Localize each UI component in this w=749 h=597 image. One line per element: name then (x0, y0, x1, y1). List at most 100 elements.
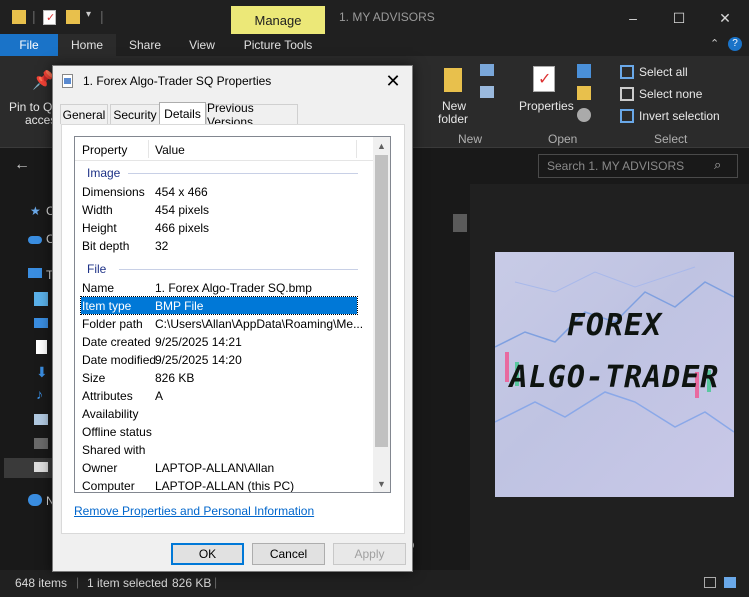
scroll-down-icon[interactable]: ▼ (373, 475, 390, 492)
scroll-thumb[interactable] (375, 155, 388, 447)
section-file: File (87, 262, 107, 276)
property-row[interactable]: Shared with (81, 441, 357, 458)
3d-objects-icon[interactable] (34, 292, 48, 306)
property-row[interactable]: Bit depth 32 (81, 237, 357, 254)
property-row[interactable]: Date created 9/25/2025 14:21 (81, 333, 357, 350)
group-select-label: Select (654, 132, 688, 146)
this-pc-icon[interactable] (28, 268, 42, 278)
new-folder-label[interactable]: New (442, 99, 466, 113)
property-row[interactable]: Availability (81, 405, 357, 422)
tab-home[interactable]: Home (58, 34, 116, 56)
properties-icon[interactable]: ✓ (533, 66, 555, 92)
ribbon-tabs: File Home Share View Picture Tools ⌃ ? (0, 34, 749, 56)
tab-file[interactable]: File (0, 34, 58, 56)
property-row[interactable]: Height 466 pixels (81, 219, 357, 236)
large-icons-view-icon[interactable] (724, 577, 736, 588)
selected-count: 1 item selected (87, 576, 168, 590)
property-row[interactable]: Date modified 9/25/2025 14:20 (81, 351, 357, 368)
property-row[interactable]: Size 826 KB (81, 369, 357, 386)
column-header: Property Value (75, 137, 373, 161)
property-row[interactable]: Folder path C:\Users\Allan\AppData\Roamin… (81, 315, 363, 332)
vertical-scrollbar[interactable]: ▲ ▼ (373, 137, 390, 492)
manage-context-tab[interactable]: Manage (231, 6, 325, 34)
new-folder-icon[interactable] (444, 68, 462, 92)
file-list[interactable] (413, 184, 470, 570)
property-row[interactable]: Attributes A (81, 387, 357, 404)
scroll-up-icon[interactable]: ▲ (373, 137, 390, 154)
downloads-icon[interactable]: ⬇ (36, 364, 48, 381)
search-icon[interactable]: ⌕ (714, 157, 721, 173)
history-icon[interactable] (577, 108, 591, 122)
close-button[interactable]: ✕ (702, 6, 748, 30)
group-new-label: New (458, 132, 483, 146)
preview-title-line2: ALGO-TRADER (509, 360, 720, 395)
cancel-button[interactable]: Cancel (252, 543, 325, 565)
select-none-button[interactable]: Select none (639, 87, 702, 101)
edit-icon[interactable] (577, 86, 591, 100)
local-disk-icon[interactable] (34, 462, 48, 472)
dialog-close-button[interactable]: ✕ (380, 68, 406, 94)
column-divider[interactable] (356, 140, 357, 158)
new-item-icon[interactable] (480, 64, 494, 76)
invert-selection-button[interactable]: Invert selection (639, 109, 720, 123)
open-icon[interactable] (577, 64, 591, 78)
remove-properties-link[interactable]: Remove Properties and Personal Informati… (74, 504, 314, 518)
navigation-pane: ★ C C T ⬇ ♪ N (0, 184, 55, 570)
documents-icon[interactable] (36, 340, 47, 354)
section-image: Image (87, 166, 121, 180)
separator: | (100, 8, 104, 24)
window-title: 1. MY ADVISORS (339, 10, 435, 24)
help-icon[interactable]: ? (728, 37, 742, 51)
item-count: 648 items (15, 576, 68, 590)
properties-icon[interactable]: ✓ (43, 10, 56, 25)
videos-icon[interactable] (34, 438, 48, 449)
quick-access-icon[interactable]: ★ (30, 204, 41, 218)
easy-access-icon[interactable] (480, 86, 494, 98)
folder-icon[interactable] (12, 10, 26, 24)
customize-qat-icon[interactable]: ▾ (86, 9, 91, 20)
column-divider[interactable] (148, 140, 149, 158)
details-list[interactable]: Property Value Image Dimensions 454 x 466… (74, 136, 391, 493)
ok-button[interactable]: OK (171, 543, 244, 565)
back-arrow-icon[interactable]: ← (14, 156, 30, 174)
maximize-button[interactable]: ☐ (656, 6, 702, 30)
properties-button[interactable]: Properties (519, 99, 574, 113)
property-row[interactable]: Owner LAPTOP-ALLAN\Allan (81, 459, 357, 476)
network-icon[interactable] (28, 494, 42, 506)
property-row[interactable]: Computer LAPTOP-ALLAN (this PC) (81, 477, 357, 492)
column-property[interactable]: Property (82, 143, 127, 157)
property-row-selected[interactable]: Item type BMP File (80, 296, 358, 315)
invert-selection-icon (620, 109, 634, 123)
pictures-icon[interactable] (34, 414, 48, 425)
selected-size: 826 KB (172, 576, 212, 590)
dialog-title: 1. Forex Algo-Trader SQ Properties (83, 74, 272, 88)
collapse-ribbon-icon[interactable]: ⌃ (710, 37, 719, 50)
select-all-icon (620, 65, 634, 79)
scroll-thumb[interactable] (453, 214, 467, 232)
apply-button[interactable]: Apply (333, 543, 406, 565)
tab-view[interactable]: View (174, 34, 230, 56)
tab-share[interactable]: Share (116, 34, 174, 56)
tab-security[interactable]: Security (110, 104, 160, 124)
tab-previous-versions[interactable]: Previous Versions (206, 101, 298, 129)
property-row[interactable]: Offline status (81, 423, 357, 440)
property-row[interactable]: Width 454 pixels (81, 201, 357, 218)
property-row[interactable]: Dimensions 454 x 466 (81, 183, 357, 200)
tab-general[interactable]: General (60, 104, 108, 124)
music-icon[interactable]: ♪ (36, 386, 43, 402)
onedrive-icon[interactable] (28, 236, 42, 244)
minimize-button[interactable]: – (610, 6, 656, 30)
details-view-icon[interactable] (704, 577, 716, 588)
separator: | (32, 8, 36, 24)
tab-picture-tools[interactable]: Picture Tools (232, 34, 324, 56)
search-input[interactable]: Search 1. MY ADVISORS (538, 154, 738, 178)
desktop-icon[interactable] (34, 318, 48, 328)
tab-details[interactable]: Details (159, 102, 206, 125)
group-open-label: Open (548, 132, 578, 146)
file-icon (62, 74, 73, 88)
column-value[interactable]: Value (155, 143, 185, 157)
select-all-button[interactable]: Select all (639, 65, 688, 79)
pin-label[interactable]: Pin to Q (9, 100, 52, 114)
property-row[interactable]: Name 1. Forex Algo-Trader SQ.bmp (81, 279, 357, 296)
new-folder-icon[interactable] (66, 10, 80, 24)
